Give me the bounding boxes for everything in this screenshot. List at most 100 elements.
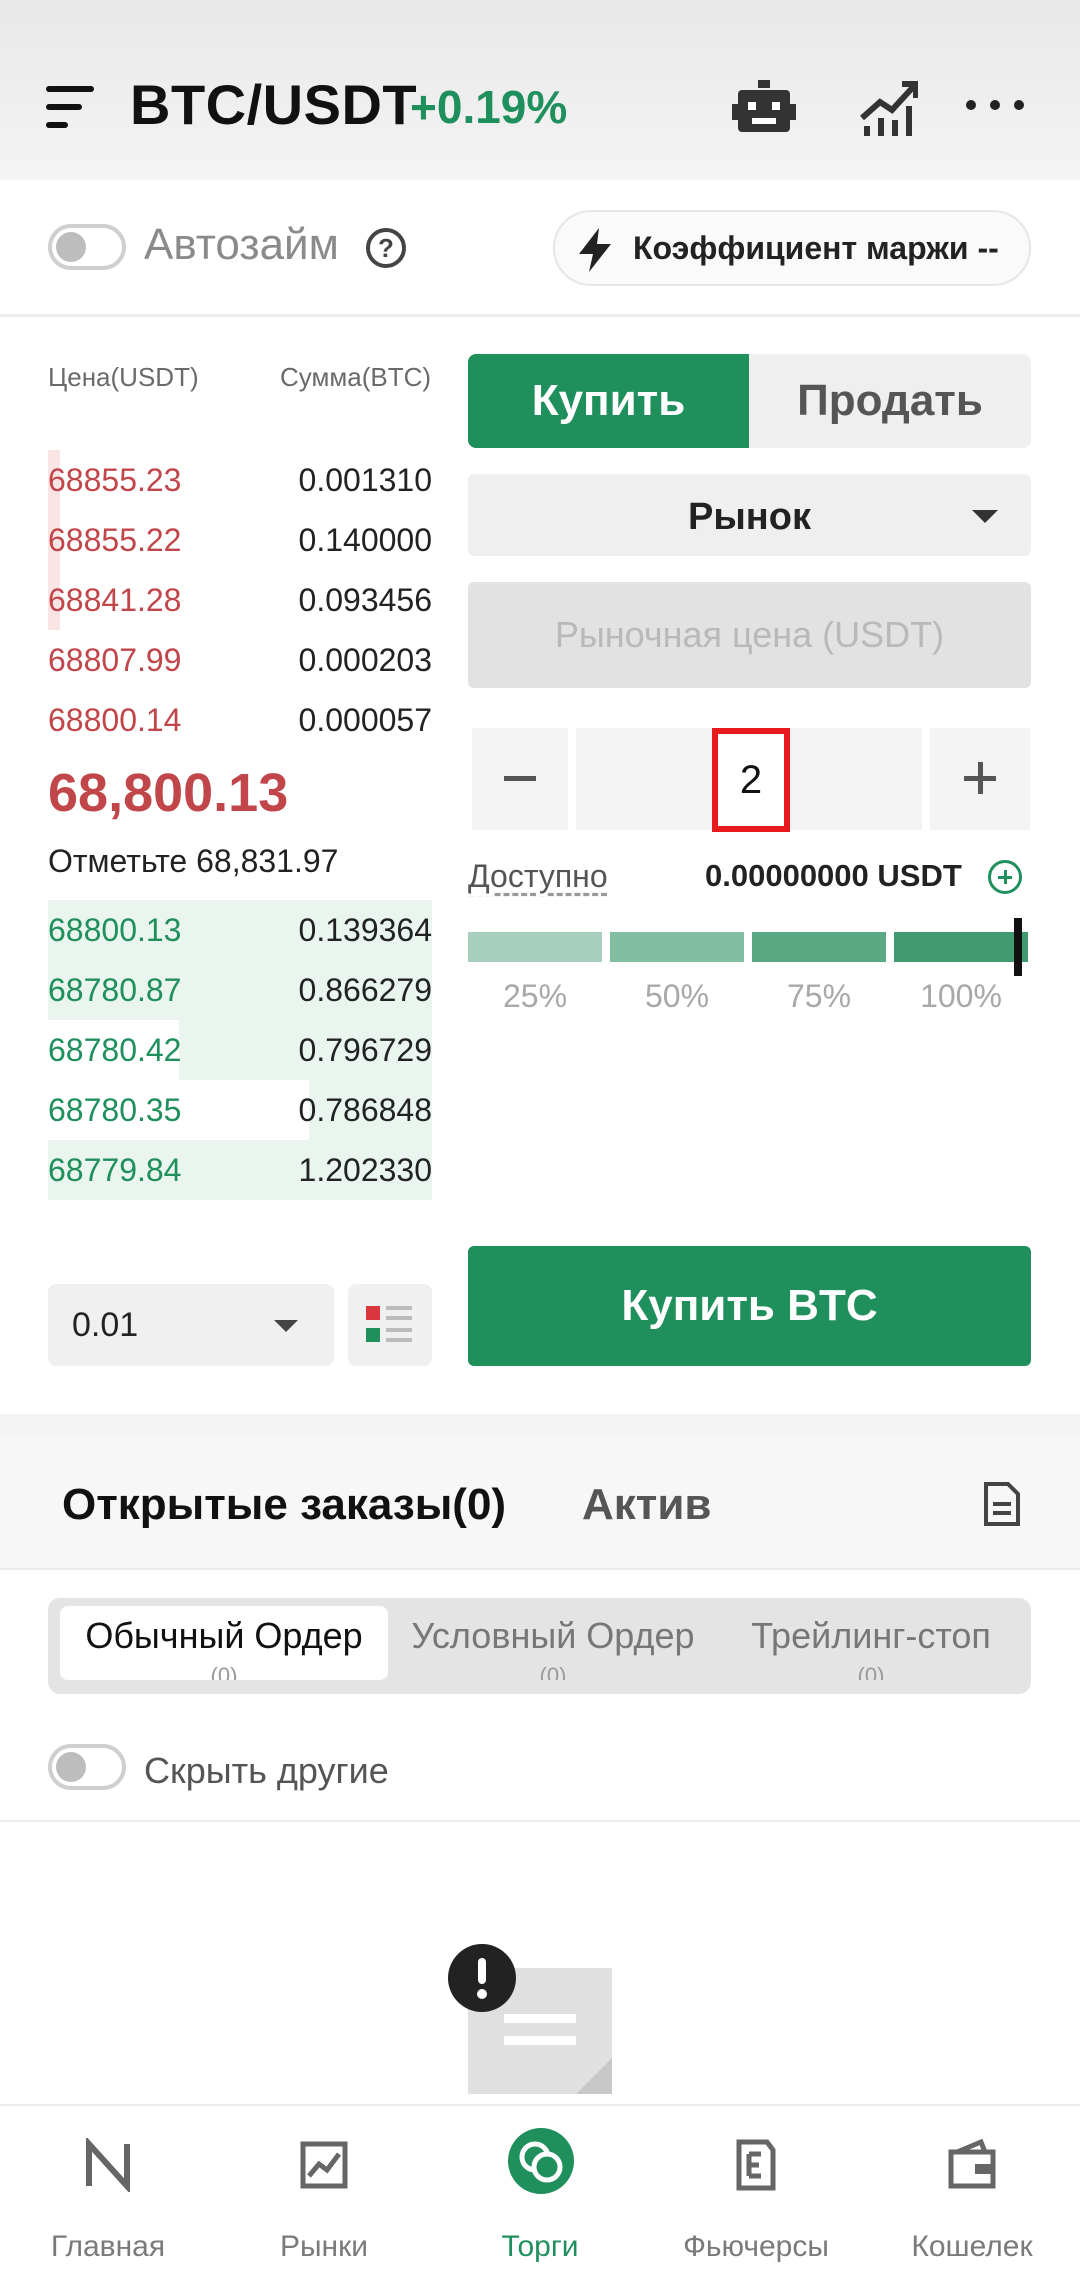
increase-button[interactable] [930,728,1030,830]
robot-icon[interactable] [732,80,796,140]
lightning-icon [577,228,613,272]
bid-row[interactable]: 68780.42 0.796729 [48,1020,432,1080]
nav-label: Кошелек [911,2230,1033,2263]
order-type-select[interactable]: Рынок [468,474,1031,556]
ask-row[interactable]: 68800.14 0.000057 [48,690,432,750]
nav-wallet[interactable]: Кошелек [864,2106,1080,2274]
nav-trade[interactable]: Торги [432,2106,648,2274]
available-label[interactable]: Доступно [468,858,608,895]
ask-row[interactable]: 68807.99 0.000203 [48,630,432,690]
more-icon[interactable] [966,100,1026,112]
tab-count: (0) [539,1663,567,1681]
tab-count: (0) [210,1663,238,1681]
nav-label: Торги [501,2230,579,2263]
nav-markets[interactable]: Рынки [216,2106,432,2274]
menu-icon[interactable] [46,86,94,130]
buy-btc-button[interactable]: Купить BTC [468,1246,1031,1366]
order-type-value: Рынок [688,496,811,538]
amount-value[interactable]: 2 [712,728,790,832]
slider-label[interactable]: 75% [749,978,889,1015]
nav-label: Главная [50,2230,166,2263]
slider-label[interactable]: 25% [465,978,605,1015]
book-view-toggle-icon[interactable] [348,1284,432,1366]
buy-tab[interactable]: Купить [468,354,749,448]
empty-state-icon [446,1944,616,2104]
hide-others-label: Скрыть другие [144,1750,389,1791]
amount-column-header: Сумма(BTC) [280,362,432,392]
home-logo-icon [83,2136,133,2194]
bid-row[interactable]: 68779.84 1.202330 [48,1140,432,1200]
slider-segment[interactable] [894,932,1028,962]
trade-icon [508,2128,574,2194]
futures-icon [731,2138,781,2192]
order-amount: 0.000203 [298,642,432,678]
hide-others-toggle[interactable] [48,1744,126,1790]
slider-segment[interactable] [610,932,744,962]
nav-futures[interactable]: Фьючерсы [648,2106,864,2274]
bid-row[interactable]: 68780.87 0.866279 [48,960,432,1020]
divider [0,314,1080,317]
order-price: 68807.99 [48,642,182,678]
order-price: 68800.13 [48,912,182,948]
order-price: 68780.42 [48,1032,182,1068]
slider-label[interactable]: 50% [607,978,747,1015]
decrease-button[interactable] [472,728,568,830]
tab-label: Условный Ордер [411,1615,695,1656]
nav-label: Фьючерсы [683,2230,829,2263]
order-price: 68779.84 [48,1152,182,1188]
add-funds-icon[interactable] [988,860,1022,894]
order-price: 68780.87 [48,972,182,1008]
autoloan-toggle[interactable] [48,224,126,270]
tab-conditional-order[interactable]: Условный Ордер (0) [398,1606,708,1680]
document-icon[interactable] [982,1482,1022,1526]
tab-regular-order[interactable]: Обычный Ордер (0) [60,1606,388,1680]
pair-title[interactable]: BTC/USDT [130,72,417,137]
market-price-field: Рыночная цена (USDT) [468,582,1031,688]
tab-count: (0) [857,1663,885,1681]
order-amount: 0.140000 [298,522,432,558]
tab-label: Обычный Ордер [85,1615,363,1656]
slider-thumb[interactable] [1014,918,1022,976]
tab-open-orders[interactable]: Открытые заказы(0) [62,1480,506,1530]
top-bar: BTC/USDT +0.19% [0,0,1080,180]
slider-segment[interactable] [468,932,602,962]
chevron-down-icon [972,510,998,523]
order-price: 68780.35 [48,1092,182,1128]
mark-price: Отметьте 68,831.97 [48,843,339,879]
ask-row[interactable]: 68841.28 0.093456 [48,570,432,630]
margin-ratio-label: Коэффициент маржи -- [633,230,999,266]
market-price-placeholder: Рыночная цена (USDT) [554,614,945,655]
wallet-icon [947,2138,997,2192]
precision-value: 0.01 [72,1306,139,1344]
chart-icon[interactable] [858,78,919,136]
divider [0,1820,1080,1822]
ask-row[interactable]: 68855.23 0.001310 [48,450,432,510]
markets-chart-icon [299,2138,349,2192]
nav-home[interactable]: Главная [0,2106,216,2274]
amount-stepper: 2 [468,728,1031,832]
order-amount: 0.796729 [298,1032,432,1068]
precision-select[interactable]: 0.01 [48,1284,334,1366]
bid-row[interactable]: 68780.35 0.786848 [48,1080,432,1140]
bid-row[interactable]: 68800.13 0.139364 [48,900,432,960]
divider [0,1568,1080,1570]
autoloan-label: Автозайм [144,220,339,269]
order-price: 68855.22 [48,522,182,558]
amount-input[interactable]: 2 [576,728,922,832]
slider-label[interactable]: 100% [891,978,1031,1015]
nav-label: Рынки [279,2230,369,2263]
order-amount: 0.786848 [298,1092,432,1128]
tab-assets[interactable]: Актив [582,1480,711,1530]
slider-segment[interactable] [752,932,886,962]
ask-row[interactable]: 68855.22 0.140000 [48,510,432,570]
order-type-tabs: Обычный Ордер (0) Условный Ордер (0) Тре… [48,1598,1031,1694]
order-amount: 1.202330 [298,1152,432,1188]
order-amount: 0.093456 [298,582,432,618]
sell-tab[interactable]: Продать [749,354,1031,448]
bottom-nav: Главная Рынки Торги Фьючерсы Кошелек [0,2104,1080,2274]
help-icon[interactable]: ? [366,228,406,268]
tab-trailing-stop[interactable]: Трейлинг-стоп (0) [716,1606,1026,1680]
order-amount: 0.866279 [298,972,432,1008]
margin-ratio-chip[interactable]: Коэффициент маржи -- [553,210,1031,286]
chevron-down-icon [274,1320,298,1332]
